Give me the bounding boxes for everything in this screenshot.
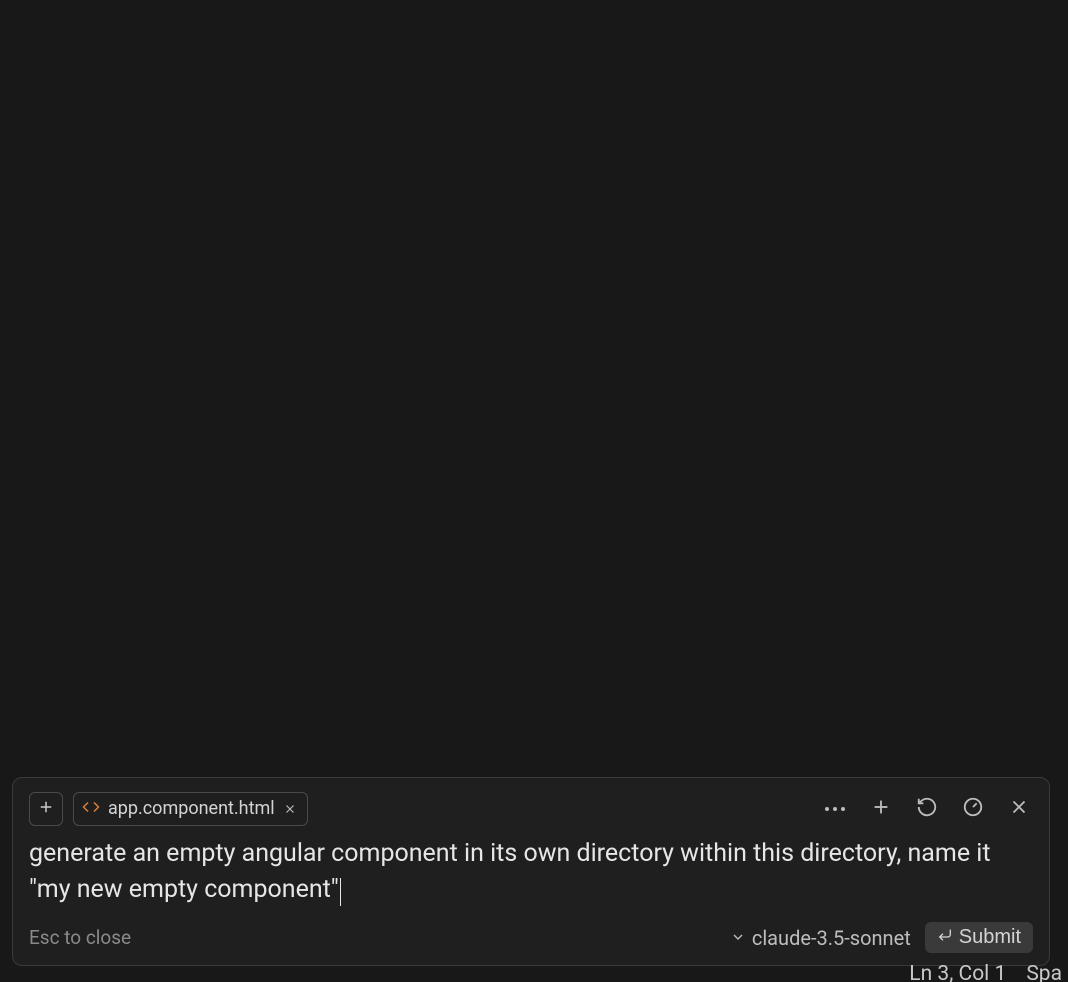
add-context-button[interactable] [29, 792, 63, 826]
text-cursor [340, 878, 342, 906]
panel-header-row: app.component.html [29, 792, 1033, 826]
indentation-status[interactable]: Spa [1026, 962, 1062, 982]
gauge-icon [962, 796, 984, 822]
context-file-chip[interactable]: app.component.html [73, 792, 308, 826]
new-chat-button[interactable] [867, 795, 895, 823]
panel-footer-right: claude-3.5-sonnet Submit [730, 922, 1033, 953]
code-icon [82, 798, 100, 820]
panel-header-left: app.component.html [29, 792, 308, 826]
model-selector[interactable]: claude-3.5-sonnet [730, 926, 911, 950]
remove-chip-button[interactable] [283, 802, 297, 816]
performance-button[interactable] [959, 795, 987, 823]
more-options-button[interactable] [821, 795, 849, 823]
context-file-name: app.component.html [108, 798, 275, 819]
close-icon [1008, 796, 1030, 822]
ai-prompt-panel: app.component.html [12, 777, 1050, 967]
submit-button[interactable]: Submit [925, 922, 1033, 953]
close-panel-button[interactable] [1005, 795, 1033, 823]
plus-icon [37, 798, 55, 820]
prompt-text: generate an empty angular component in i… [29, 839, 991, 904]
close-hint: Esc to close [29, 926, 131, 949]
more-icon [825, 807, 845, 811]
plus-icon [870, 796, 892, 822]
enter-icon [937, 926, 953, 949]
model-name: claude-3.5-sonnet [752, 926, 911, 950]
cursor-position[interactable]: Ln 3, Col 1 [909, 962, 1006, 982]
status-bar: Ln 3, Col 1 Spa [0, 960, 1068, 982]
refresh-button[interactable] [913, 795, 941, 823]
refresh-icon [916, 796, 938, 822]
submit-label: Submit [959, 926, 1021, 949]
prompt-input[interactable]: generate an empty angular component in i… [29, 836, 1033, 909]
chevron-down-icon [730, 926, 746, 950]
panel-header-right [821, 795, 1033, 823]
panel-footer-row: Esc to close claude-3.5-sonnet Submit [29, 922, 1033, 953]
